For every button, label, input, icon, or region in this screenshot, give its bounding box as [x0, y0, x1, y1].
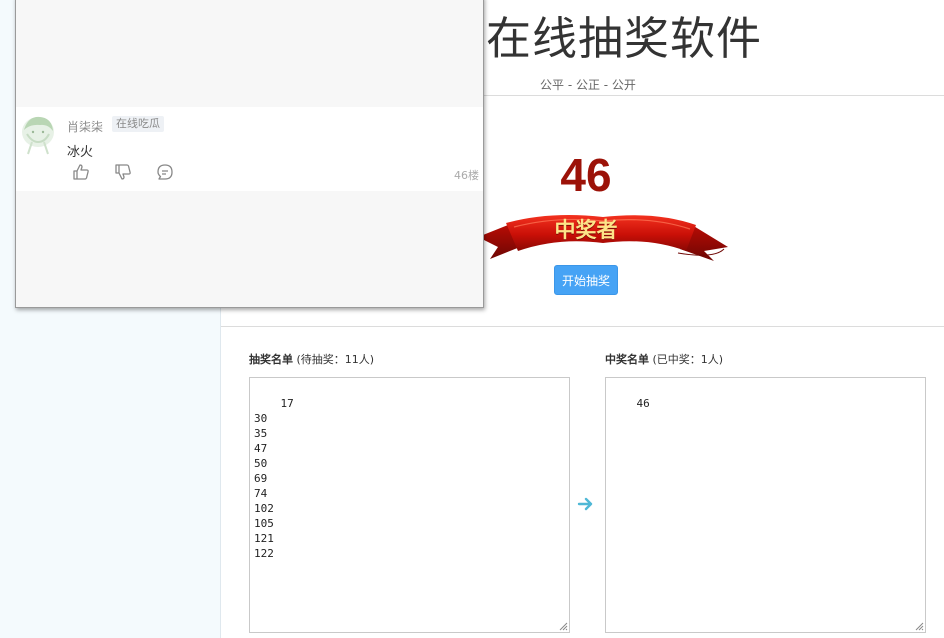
winner-number: 46: [560, 149, 612, 201]
page-subtitle: 公平 - 公正 - 公开: [540, 78, 636, 92]
pool-list-heading: 抽奖名单 (待抽奖：11人): [249, 351, 374, 367]
winner-ribbon-label: 中奖者: [554, 217, 618, 242]
thumbs-up-icon[interactable]: [72, 163, 90, 181]
resize-grip-icon[interactable]: [915, 622, 924, 631]
pool-list-status: (待抽奖：11人): [296, 353, 375, 366]
start-draw-button[interactable]: 开始抽奖: [554, 265, 618, 295]
arrow-right-icon: [577, 497, 593, 511]
pool-list-title: 抽奖名单: [249, 353, 293, 366]
winners-list-status: (已中奖：1人): [652, 353, 724, 366]
comment-text: 冰火: [67, 145, 94, 160]
winners-list-heading: 中奖名单 (已中奖：1人): [605, 351, 723, 367]
comment-item: 肖柒柒 在线吃瓜 冰火 46楼: [16, 107, 483, 191]
comment-user-name[interactable]: 肖柒柒: [67, 118, 103, 135]
page-root: 在线抽奖软件 公平 - 公正 - 公开 46 中奖者 开始抽奖 抽奖名单 (待抽…: [0, 0, 944, 638]
pool-list-entries: 17 30 35 47 50 69 74 102 105 121 122: [254, 397, 294, 560]
user-tag-badge: 在线吃瓜: [112, 116, 164, 132]
floor-number: 46楼: [454, 169, 479, 182]
section-divider: [221, 326, 944, 327]
floating-comment-popup[interactable]: 肖柒柒 在线吃瓜 冰火 46楼: [15, 0, 484, 308]
winners-list-textarea[interactable]: 46: [605, 377, 926, 633]
pool-list-textarea[interactable]: 17 30 35 47 50 69 74 102 105 121 122: [249, 377, 570, 633]
page-title: 在线抽奖软件: [486, 12, 763, 65]
resize-grip-icon[interactable]: [559, 622, 568, 631]
comment-reply-icon[interactable]: [156, 163, 174, 181]
avatar[interactable]: [18, 112, 58, 156]
thumbs-down-icon[interactable]: [114, 163, 132, 181]
winners-list-entries: 46: [636, 397, 650, 410]
winners-list-title: 中奖名单: [605, 353, 649, 366]
